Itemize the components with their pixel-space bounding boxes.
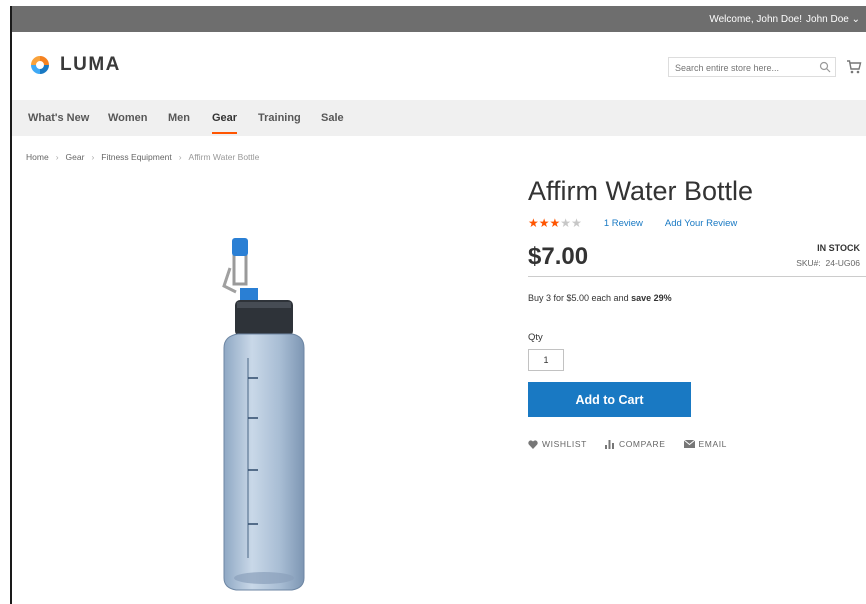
wishlist-link[interactable]: WISHLIST: [528, 439, 587, 449]
top-bar: Welcome, John Doe! John Doe ⌄: [12, 6, 866, 32]
product-price: $7.00: [528, 243, 589, 270]
stock-status: IN STOCK: [817, 243, 860, 253]
product-rating: ★★★★★ 1 Review Add Your Review: [528, 216, 737, 230]
search-icon[interactable]: [819, 61, 831, 73]
welcome-message: Welcome, John Doe!: [709, 14, 802, 25]
breadcrumb-gear[interactable]: Gear: [66, 152, 85, 162]
cart-icon[interactable]: [846, 59, 862, 75]
compare-icon: [604, 439, 614, 449]
reviews-link[interactable]: 1 Review: [604, 218, 643, 229]
email-label: EMAIL: [698, 439, 728, 449]
user-menu[interactable]: John Doe ⌄: [806, 14, 860, 25]
breadcrumb-separator: ›: [178, 152, 182, 162]
breadcrumb-fitness-equipment[interactable]: Fitness Equipment: [101, 152, 171, 162]
star-empty-icon: ★: [560, 216, 572, 230]
nav-item-gear[interactable]: Gear: [212, 112, 238, 134]
product-actions: WISHLIST COMPARE EMAIL: [528, 439, 745, 449]
header: LUMA: [12, 32, 866, 92]
rating-stars: ★★★★★: [528, 216, 582, 230]
email-icon: [683, 440, 695, 448]
tier-save: save 29%: [631, 293, 672, 303]
star-filled-icon: ★: [528, 216, 539, 230]
search-input[interactable]: [669, 58, 817, 78]
chevron-down-icon: ⌄: [851, 14, 860, 25]
luma-logo-icon: [31, 56, 49, 74]
logo[interactable]: LUMA: [30, 54, 121, 76]
tier-text: Buy 3 for $5.00 each and: [528, 293, 629, 303]
product-sku: SKU#: 24-UG06: [796, 258, 860, 268]
nav-item-women[interactable]: Women: [108, 112, 148, 124]
sku-label: SKU#:: [796, 258, 821, 268]
search-box: [668, 57, 836, 78]
email-link[interactable]: EMAIL: [683, 439, 728, 449]
nav-item-sale[interactable]: Sale: [321, 112, 344, 124]
breadcrumb-separator: ›: [55, 152, 59, 162]
divider: [528, 276, 866, 277]
nav-item-training[interactable]: Training: [258, 112, 301, 124]
qty-label: Qty: [528, 332, 543, 343]
compare-link[interactable]: COMPARE: [604, 439, 666, 449]
qty-input[interactable]: [528, 349, 564, 371]
breadcrumb-separator: ›: [91, 152, 95, 162]
wishlist-label: WISHLIST: [542, 439, 587, 449]
main-nav: What's New Women Men Gear Training Sale: [12, 100, 866, 136]
add-review-link[interactable]: Add Your Review: [665, 218, 737, 229]
logo-text: LUMA: [60, 54, 121, 75]
compare-label: COMPARE: [618, 439, 666, 449]
sku-value: 24-UG06: [825, 258, 861, 268]
product-image[interactable]: [192, 228, 332, 598]
star-empty-icon: ★: [571, 216, 582, 230]
star-filled-icon: ★: [549, 216, 561, 230]
add-to-cart-button[interactable]: Add to Cart: [528, 382, 691, 417]
nav-item-whats-new[interactable]: What's New: [28, 112, 89, 124]
breadcrumb-current: Affirm Water Bottle: [188, 152, 260, 162]
star-filled-icon: ★: [538, 216, 550, 230]
heart-icon: [528, 439, 538, 449]
breadcrumb-home[interactable]: Home: [26, 152, 49, 162]
breadcrumb: Home › Gear › Fitness Equipment › Affirm Water…: [26, 152, 259, 162]
browser-frame: Welcome, John Doe! John Doe ⌄ LUMA Searc…: [10, 6, 866, 604]
tier-price: Buy 3 for $5.00 each and save 29%: [528, 293, 672, 303]
user-menu-label: John Doe: [806, 14, 849, 25]
product-title: Affirm Water Bottle: [528, 176, 754, 206]
nav-item-men[interactable]: Men: [168, 112, 190, 124]
